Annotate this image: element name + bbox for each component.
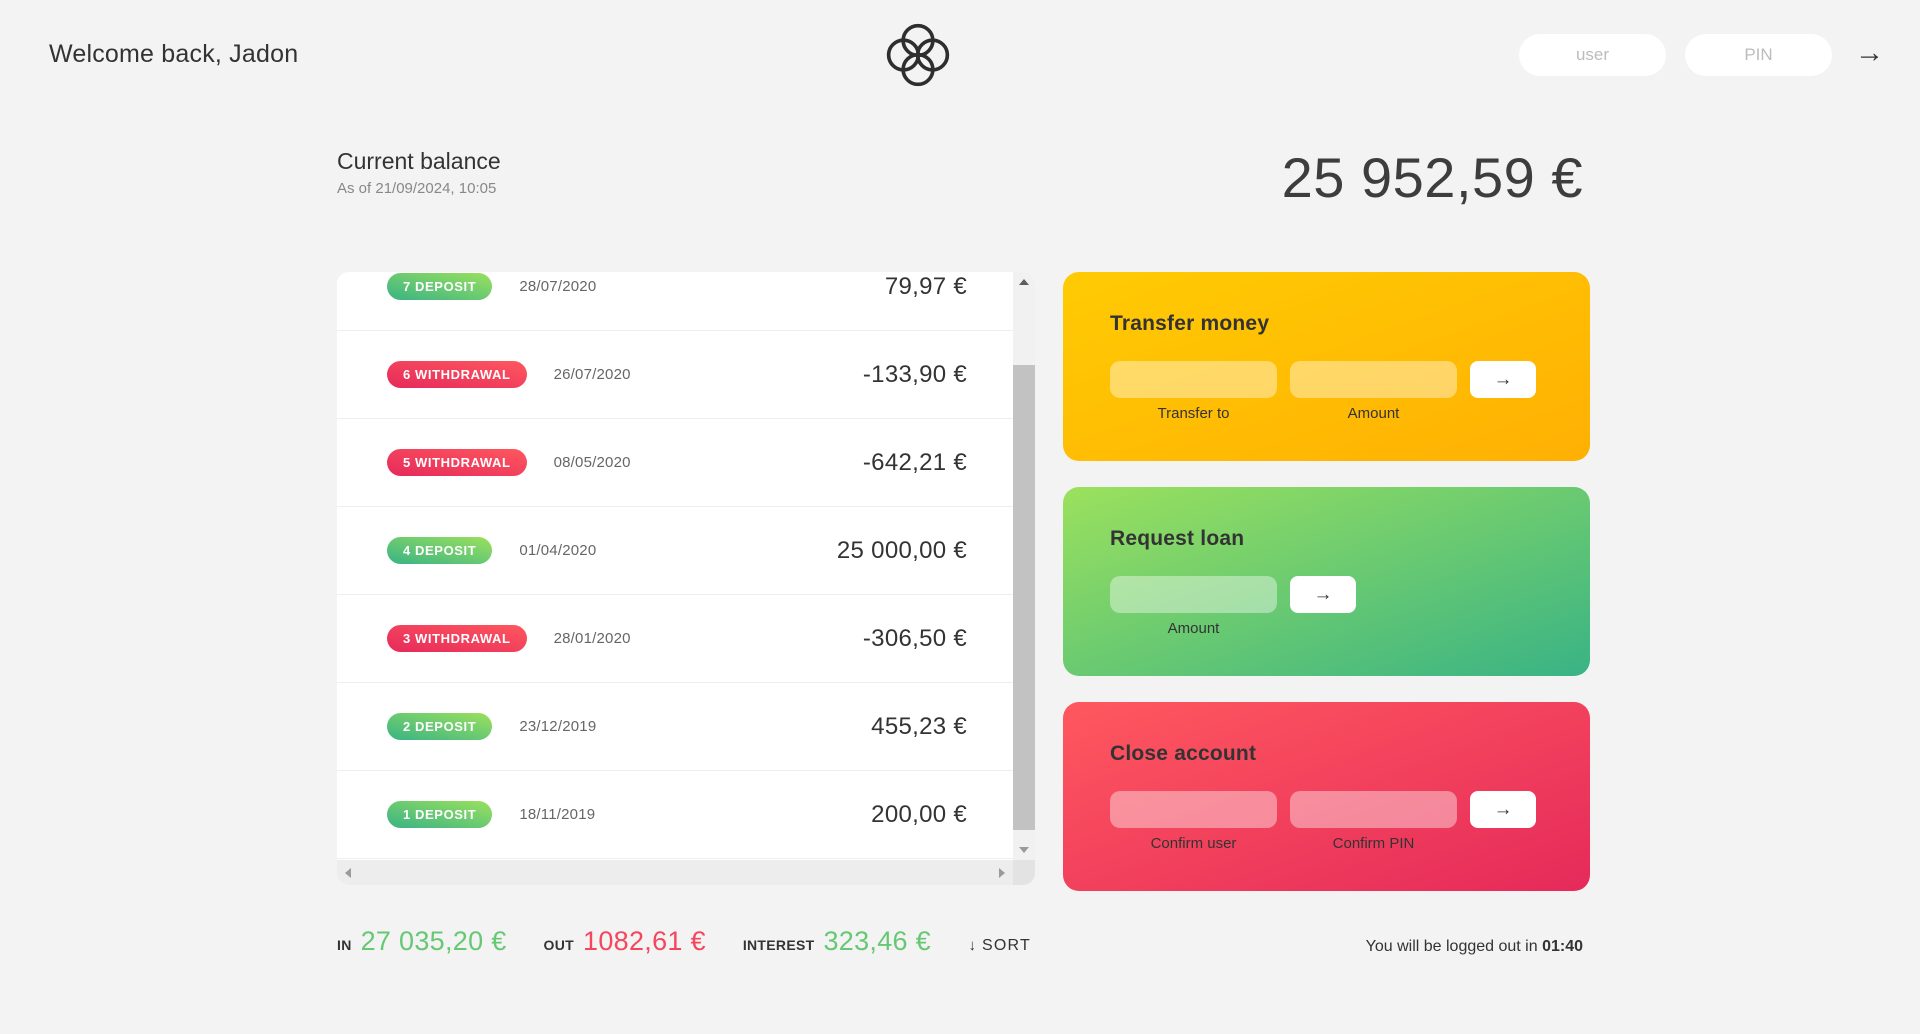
close-pin-label: Confirm PIN <box>1290 835 1457 852</box>
balance-value: 25 952,59 € <box>1282 150 1583 206</box>
movement-row: 4 DEPOSIT 01/04/2020 25 000,00 € <box>337 507 1013 595</box>
transfer-money-card: Transfer money → Transfer to Amount <box>1063 272 1590 461</box>
movement-row: 1 DEPOSIT 18/11/2019 200,00 € <box>337 771 1013 859</box>
transfer-submit-button[interactable]: → <box>1470 361 1536 398</box>
summary-bar: IN 27 035,20 € OUT 1082,61 € INTEREST 32… <box>337 926 1035 957</box>
movement-amount: 25 000,00 € <box>837 537 967 565</box>
bankist-logo-icon <box>885 22 951 88</box>
movement-date: 08/05/2020 <box>554 454 631 471</box>
vertical-scrollbar[interactable] <box>1013 272 1035 860</box>
movement-date: 28/07/2020 <box>519 278 596 295</box>
summary-interest-value: 323,46 € <box>823 926 931 957</box>
request-loan-card: Request loan → Amount <box>1063 487 1590 676</box>
balance-section: Current balance As of 21/09/2024, 10:05 … <box>337 148 1583 206</box>
movement-date: 23/12/2019 <box>519 718 596 735</box>
movement-date: 18/11/2019 <box>519 806 595 823</box>
balance-date: As of 21/09/2024, 10:05 <box>337 180 501 197</box>
movements-list: 7 DEPOSIT 28/07/2020 79,97 € 6 WITHDRAWA… <box>337 272 1013 860</box>
movement-amount: 200,00 € <box>871 801 967 829</box>
scrollbar-corner <box>1013 860 1035 885</box>
summary-in-value: 27 035,20 € <box>361 926 507 957</box>
close-confirm-pin-input[interactable] <box>1290 791 1457 828</box>
movement-row: 3 WITHDRAWAL 28/01/2020 -306,50 € <box>337 595 1013 683</box>
movement-row: 5 WITHDRAWAL 08/05/2020 -642,21 € <box>337 419 1013 507</box>
loan-title: Request loan <box>1110 527 1543 551</box>
movement-date: 28/01/2020 <box>554 630 631 647</box>
scroll-up-icon[interactable] <box>1013 272 1035 292</box>
summary-in-label: IN <box>337 937 352 953</box>
summary-out-value: 1082,61 € <box>583 926 706 957</box>
close-title: Close account <box>1110 742 1543 766</box>
movement-type-badge: 7 DEPOSIT <box>387 273 492 300</box>
login-form: → <box>1519 34 1884 76</box>
transfer-to-input[interactable] <box>1110 361 1277 398</box>
login-pin-input[interactable] <box>1685 34 1832 76</box>
sort-button[interactable]: ↓ SORT <box>969 937 1031 955</box>
movement-amount: 455,23 € <box>871 713 967 741</box>
close-user-label: Confirm user <box>1110 835 1277 852</box>
horizontal-scrollbar[interactable] <box>337 860 1013 885</box>
sort-label: SORT <box>982 937 1031 955</box>
summary-interest-label: INTEREST <box>743 937 815 953</box>
scroll-left-icon[interactable] <box>345 868 351 878</box>
loan-arrow-icon: → <box>1314 584 1333 605</box>
transfer-arrow-icon: → <box>1494 369 1513 390</box>
logout-timer-text: You will be logged out in <box>1366 938 1542 955</box>
close-confirm-user-input[interactable] <box>1110 791 1277 828</box>
vertical-scrollbar-thumb[interactable] <box>1013 365 1035 830</box>
loan-submit-button[interactable]: → <box>1290 576 1356 613</box>
movement-type-badge: 1 DEPOSIT <box>387 801 492 828</box>
logout-timer: You will be logged out in 01:40 <box>1366 938 1583 956</box>
movement-date: 01/04/2020 <box>519 542 596 559</box>
close-arrow-icon: → <box>1494 799 1513 820</box>
movement-type-badge: 2 DEPOSIT <box>387 713 492 740</box>
movement-row: 7 DEPOSIT 28/07/2020 79,97 € <box>337 272 1013 331</box>
loan-amount-input[interactable] <box>1110 576 1277 613</box>
scroll-down-icon[interactable] <box>1013 840 1035 860</box>
transfer-amount-label: Amount <box>1290 405 1457 422</box>
movement-type-badge: 4 DEPOSIT <box>387 537 492 564</box>
loan-amount-label: Amount <box>1110 620 1277 637</box>
movement-type-badge: 3 WITHDRAWAL <box>387 625 527 652</box>
logout-timer-value: 01:40 <box>1542 938 1583 955</box>
movement-amount: -642,21 € <box>863 449 967 477</box>
movement-row: 6 WITHDRAWAL 26/07/2020 -133,90 € <box>337 331 1013 419</box>
movement-row: 2 DEPOSIT 23/12/2019 455,23 € <box>337 683 1013 771</box>
login-user-input[interactable] <box>1519 34 1666 76</box>
balance-heading: Current balance As of 21/09/2024, 10:05 <box>337 148 501 197</box>
sort-arrow-icon: ↓ <box>969 937 977 954</box>
transfer-amount-input[interactable] <box>1290 361 1457 398</box>
transfer-title: Transfer money <box>1110 312 1543 336</box>
transfer-to-label: Transfer to <box>1110 405 1277 422</box>
balance-label: Current balance <box>337 148 501 175</box>
movement-amount: 79,97 € <box>885 273 967 301</box>
close-submit-button[interactable]: → <box>1470 791 1536 828</box>
movement-type-badge: 6 WITHDRAWAL <box>387 361 527 388</box>
summary-out-label: OUT <box>544 937 574 953</box>
login-arrow-icon: → <box>1855 37 1884 69</box>
movement-amount: -133,90 € <box>863 361 967 389</box>
top-nav: Welcome back, Jadon → <box>0 0 1920 110</box>
movements-panel: 7 DEPOSIT 28/07/2020 79,97 € 6 WITHDRAWA… <box>337 272 1035 885</box>
movement-date: 26/07/2020 <box>554 366 631 383</box>
operations-column: Transfer money → Transfer to Amount Requ… <box>1063 272 1590 917</box>
movement-amount: -306,50 € <box>863 625 967 653</box>
movement-type-badge: 5 WITHDRAWAL <box>387 449 527 476</box>
close-account-card: Close account → Confirm user Confirm PIN <box>1063 702 1590 891</box>
welcome-message: Welcome back, Jadon <box>49 40 298 69</box>
login-submit-button[interactable]: → <box>1851 39 1884 72</box>
scroll-right-icon[interactable] <box>999 868 1005 878</box>
